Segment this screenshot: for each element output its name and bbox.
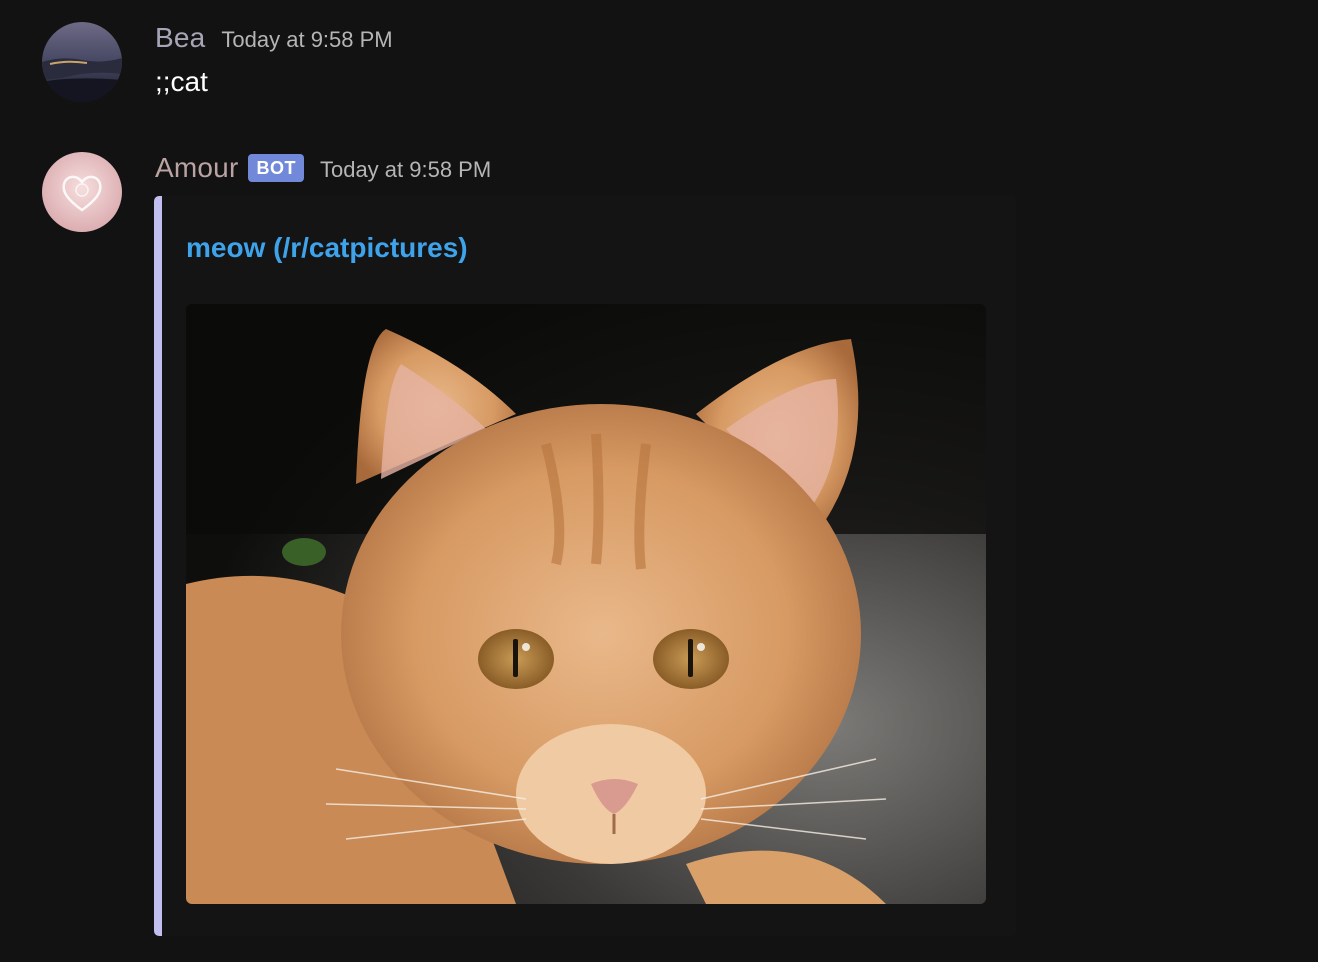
- timestamp: Today at 9:58 PM: [319, 157, 492, 182]
- message-header: Bea Today at 9:58 PM: [155, 22, 393, 54]
- timestamp: Today at 9:58 PM: [221, 27, 393, 52]
- message-text: ;;cat: [155, 66, 208, 97]
- message-header: Amour BOT Today at 9:58 PM: [155, 152, 491, 185]
- embed-image[interactable]: [186, 304, 986, 904]
- empty-pane: [1018, 0, 1318, 962]
- user-avatar-icon: [42, 22, 122, 102]
- bot-badge: BOT: [248, 154, 304, 182]
- embed: meow (/r/catpictures): [154, 196, 1016, 936]
- avatar[interactable]: [42, 152, 122, 232]
- bot-avatar-heart-icon: [42, 152, 122, 232]
- cat-photo-image: [186, 304, 986, 904]
- chat-view: Bea Today at 9:58 PM ;;cat Amour BOT Tod…: [0, 0, 1318, 962]
- username[interactable]: Bea: [155, 22, 205, 54]
- avatar[interactable]: [42, 22, 122, 102]
- username[interactable]: Amour: [155, 152, 238, 184]
- embed-title-link[interactable]: meow (/r/catpictures): [186, 232, 468, 264]
